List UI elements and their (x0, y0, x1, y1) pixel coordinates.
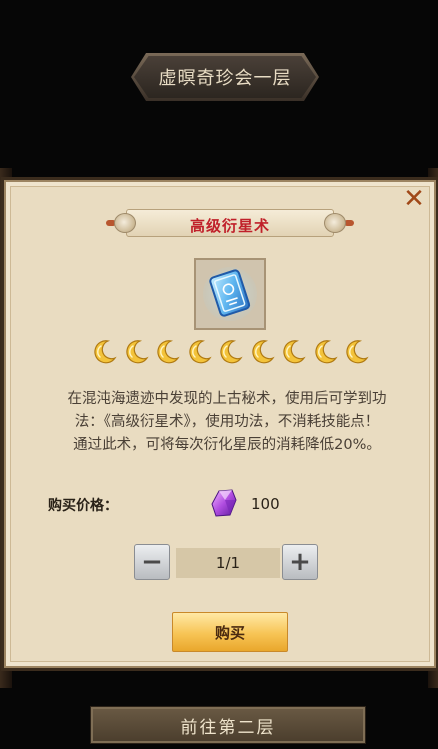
item-icon-slot[interactable] (194, 258, 266, 330)
crescent-moon-icon (251, 340, 275, 364)
item-name: 高级衍星术 (189, 217, 270, 235)
description-line: 法：《高级衍星术》，使用功法，不消耗技能点！ (74, 414, 380, 430)
crescent-moon-icon (283, 340, 306, 364)
crescent-moon-icon (125, 340, 149, 364)
next-floor-button[interactable]: 前往第二层 (90, 706, 366, 744)
floor-title: 虚暝奇珍会一层 (134, 56, 316, 98)
item-description: 在混沌海遗迹中发现的上古秘术，使用后可学到功 法：《高级衍星术》，使用功法，不消… (32, 388, 422, 457)
crescent-moon-icon (314, 340, 338, 364)
price-value: 100 (251, 495, 280, 513)
buy-button[interactable]: 购买 (172, 612, 288, 652)
quantity-field[interactable]: 1/1 (176, 548, 280, 578)
crescent-moon-icon (220, 340, 243, 364)
crescent-moon-icon (94, 340, 117, 364)
purple-gem-icon (211, 489, 237, 517)
description-line: 在混沌海遗迹中发现的上古秘术，使用后可学到功 (67, 391, 387, 407)
skill-book-icon (203, 267, 257, 321)
price-label: 购买价格： (48, 498, 118, 514)
quantity-decrease-button[interactable]: − (134, 544, 170, 580)
crescent-moon-icon (188, 340, 212, 364)
item-purchase-dialog: ✕ 高级衍星术 在混沌海遗迹中发现的上古秘术，使用后可学到功 法：《高级衍星术》… (4, 180, 436, 668)
quantity-increase-button[interactable]: + (282, 544, 318, 580)
description-line: 通过此术，可将每次衍化星辰的消耗降低20%。 (73, 437, 381, 453)
crescent-moon-icon (346, 340, 369, 364)
crescent-moon-icon (157, 340, 180, 364)
item-name-banner: 高级衍星术 (106, 206, 354, 240)
close-button[interactable]: ✕ (402, 186, 426, 212)
quality-moons (90, 336, 370, 368)
